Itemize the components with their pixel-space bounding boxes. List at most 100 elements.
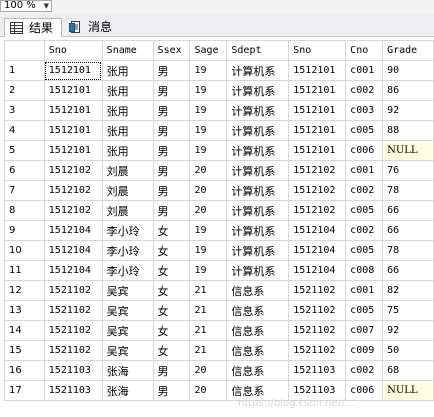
grid-cell[interactable]: 刘晨 [101, 200, 154, 221]
grid-cell[interactable]: 19 [189, 140, 228, 161]
zoom-dropdown[interactable]: 100 % ▼ [0, 0, 52, 12]
grid-cell[interactable]: 计算机系 [226, 140, 290, 161]
row-header[interactable]: 1 [4, 60, 45, 81]
grid-cell[interactable]: 李小玲 [101, 260, 154, 281]
grid-cell[interactable]: 88 [382, 120, 434, 141]
grid-cell[interactable]: 21 [189, 340, 228, 361]
column-header[interactable]: Grade [382, 40, 434, 61]
results-grid[interactable]: Sno Sname Ssex Sage Sdept Sno Cno Grade … [4, 40, 434, 417]
row-header[interactable]: 12 [4, 280, 45, 301]
grid-cell[interactable]: c003 [345, 100, 384, 121]
grid-cell[interactable]: 1521102 [288, 300, 347, 321]
grid-cell[interactable]: 信息系 [226, 280, 290, 301]
grid-cell[interactable]: 1512101 [43, 60, 103, 81]
tab-messages[interactable]: 消息 [64, 18, 120, 37]
grid-cell[interactable]: 50 [382, 340, 434, 361]
grid-cell[interactable]: 1512104 [288, 220, 347, 241]
grid-cell[interactable]: 刘晨 [101, 180, 154, 201]
grid-cell[interactable]: 1521102 [288, 340, 347, 361]
grid-cell[interactable]: 19 [189, 100, 228, 121]
column-header[interactable]: Cno [345, 40, 384, 61]
row-header[interactable]: 9 [4, 220, 45, 241]
grid-cell[interactable]: 21 [189, 300, 228, 321]
grid-cell[interactable]: 1521102 [43, 340, 103, 361]
grid-cell[interactable]: 21 [189, 280, 228, 301]
row-header[interactable]: 14 [4, 320, 45, 341]
grid-cell[interactable]: c001 [345, 280, 384, 301]
grid-cell[interactable]: 女 [152, 220, 191, 241]
grid-cell[interactable]: 男 [152, 380, 191, 401]
column-header[interactable]: Sno [43, 40, 103, 61]
grid-cell[interactable]: NULL [382, 380, 434, 401]
grid-cell[interactable]: 68 [382, 360, 434, 381]
grid-cell[interactable]: 78 [382, 240, 434, 261]
chevron-down-icon[interactable]: ▼ [44, 1, 49, 12]
grid-cell[interactable]: 计算机系 [226, 240, 290, 261]
grid-cell[interactable]: 76 [382, 160, 434, 181]
grid-cell[interactable]: 1512102 [288, 200, 347, 221]
column-header[interactable]: Ssex [152, 40, 191, 61]
grid-cell[interactable]: 吴宾 [101, 280, 154, 301]
grid-cell[interactable]: 20 [189, 160, 228, 181]
grid-cell[interactable]: c002 [345, 360, 384, 381]
grid-cell[interactable]: c005 [345, 200, 384, 221]
grid-cell[interactable]: 1521103 [288, 360, 347, 381]
row-header[interactable]: 16 [4, 360, 45, 381]
grid-cell[interactable]: 1521102 [43, 280, 103, 301]
grid-cell[interactable]: 20 [189, 360, 228, 381]
row-header[interactable]: 13 [4, 300, 45, 321]
grid-cell[interactable]: 19 [189, 80, 228, 101]
grid-cell[interactable]: 19 [189, 240, 228, 261]
grid-cell[interactable]: 信息系 [226, 300, 290, 321]
grid-cell[interactable]: 计算机系 [226, 260, 290, 281]
grid-cell[interactable]: 吴宾 [101, 300, 154, 321]
column-header[interactable]: Sdept [226, 40, 290, 61]
grid-cell[interactable]: 男 [152, 80, 191, 101]
grid-cell[interactable]: 1512101 [43, 140, 103, 161]
grid-cell[interactable]: 李小玲 [101, 220, 154, 241]
grid-cell[interactable]: 1512102 [43, 200, 103, 221]
row-header-corner[interactable] [4, 40, 45, 61]
grid-cell[interactable]: 1521103 [288, 380, 347, 401]
grid-cell[interactable]: 男 [152, 100, 191, 121]
grid-cell[interactable]: 计算机系 [226, 60, 290, 81]
grid-cell[interactable]: 吴宾 [101, 340, 154, 361]
row-header[interactable]: 11 [4, 260, 45, 281]
grid-cell[interactable]: 男 [152, 200, 191, 221]
grid-cell[interactable]: 1512101 [43, 120, 103, 141]
grid-cell[interactable]: 男 [152, 180, 191, 201]
column-header[interactable]: Sage [189, 40, 228, 61]
grid-cell[interactable]: 张用 [101, 100, 154, 121]
grid-cell[interactable]: c007 [345, 320, 384, 341]
grid-cell[interactable]: 吴宾 [101, 320, 154, 341]
grid-cell[interactable]: 计算机系 [226, 120, 290, 141]
row-header[interactable]: 2 [4, 80, 45, 101]
tab-results[interactable]: 结果 [4, 18, 62, 37]
grid-cell[interactable]: c009 [345, 340, 384, 361]
column-header[interactable]: Sno [288, 40, 347, 61]
row-header[interactable]: 5 [4, 140, 45, 161]
grid-cell[interactable]: 82 [382, 280, 434, 301]
grid-cell[interactable]: 张用 [101, 80, 154, 101]
grid-cell[interactable]: c005 [345, 300, 384, 321]
grid-cell[interactable]: 女 [152, 280, 191, 301]
grid-cell[interactable]: 男 [152, 160, 191, 181]
grid-cell[interactable]: 信息系 [226, 360, 290, 381]
grid-cell[interactable]: 1512104 [288, 260, 347, 281]
row-header[interactable]: 7 [4, 180, 45, 201]
grid-cell[interactable]: 1512101 [288, 140, 347, 161]
row-header[interactable]: 10 [4, 240, 45, 261]
grid-cell[interactable]: 男 [152, 360, 191, 381]
grid-cell[interactable]: c001 [345, 60, 384, 81]
row-header[interactable]: 8 [4, 200, 45, 221]
grid-cell[interactable]: 信息系 [226, 320, 290, 341]
grid-cell[interactable]: NULL [382, 140, 434, 161]
grid-cell[interactable]: 张海 [101, 380, 154, 401]
row-header[interactable]: 15 [4, 340, 45, 361]
grid-cell[interactable]: 1512102 [288, 160, 347, 181]
grid-cell[interactable]: 20 [189, 200, 228, 221]
grid-cell[interactable]: 计算机系 [226, 100, 290, 121]
grid-cell[interactable]: 19 [189, 220, 228, 241]
grid-cell[interactable]: 19 [189, 60, 228, 81]
grid-cell[interactable]: 1521103 [43, 380, 103, 401]
